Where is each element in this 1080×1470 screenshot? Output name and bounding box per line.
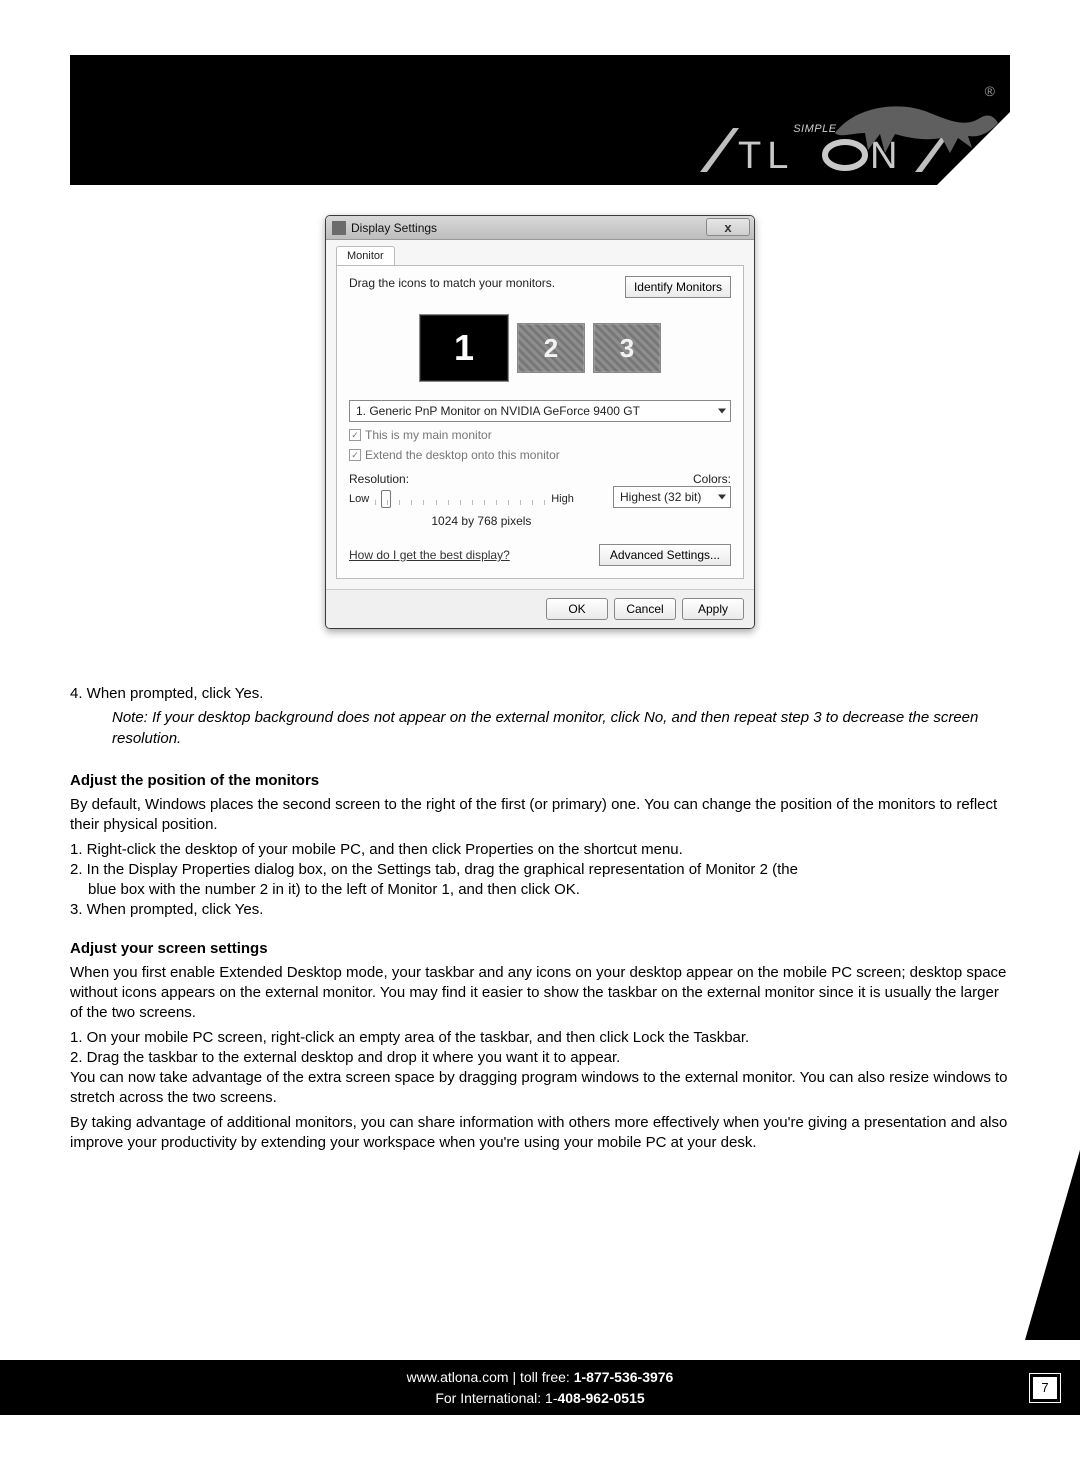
section-a-intro: By default, Windows places the second sc… — [70, 795, 1010, 836]
page-footer: www.atlona.com | toll free: 1-877-536-39… — [0, 1360, 1080, 1415]
advanced-settings-button[interactable]: Advanced Settings... — [599, 544, 731, 566]
section-b-step-2: 2. Drag the taskbar to the external desk… — [70, 1048, 1010, 1068]
apply-button[interactable]: Apply — [682, 598, 744, 620]
section-b-para-2: You can now take advantage of the extra … — [70, 1068, 1010, 1109]
resolution-label: Resolution: — [349, 472, 409, 486]
chevron-down-icon — [718, 409, 726, 414]
footer-intl-label: For International: 1- — [435, 1390, 557, 1406]
section-a-step-3: 3. When prompted, click Yes. — [70, 900, 1010, 920]
svg-text:TL: TL — [738, 135, 794, 175]
corner-accent — [1025, 1150, 1080, 1340]
ok-button[interactable]: OK — [546, 598, 608, 620]
footer-url: www.atlona.com | toll free: — [407, 1369, 574, 1385]
section-b-step-1: 1. On your mobile PC screen, right-click… — [70, 1028, 1010, 1048]
checkbox-extend-desktop: ✓ — [349, 449, 361, 461]
registered-mark: ® — [985, 83, 995, 99]
resolution-value: 1024 by 768 pixels — [389, 514, 574, 528]
chevron-down-icon — [718, 495, 726, 500]
footer-tollfree: 1-877-536-3976 — [574, 1369, 674, 1385]
section-a-heading: Adjust the position of the monitors — [70, 771, 1010, 791]
section-a-step-2: 2. In the Display Properties dialog box,… — [70, 860, 1010, 880]
page-number: 7 — [1032, 1376, 1058, 1400]
monitor-3[interactable]: 3 — [593, 323, 661, 373]
tab-monitor[interactable]: Monitor — [336, 246, 395, 265]
footer-intl-number: 408-962-0515 — [557, 1390, 644, 1406]
section-b-para-3: By taking advantage of additional monito… — [70, 1113, 1010, 1154]
monitor-arrangement-area[interactable]: 1 2 3 — [349, 314, 731, 382]
colors-label: Colors: — [693, 472, 731, 486]
dialog-titlebar[interactable]: Display Settings x — [326, 216, 754, 240]
close-button[interactable]: x — [706, 218, 750, 236]
section-b-heading: Adjust your screen settings — [70, 939, 1010, 959]
section-b-intro: When you first enable Extended Desktop m… — [70, 963, 1010, 1024]
window-icon — [332, 221, 346, 235]
display-settings-dialog: Display Settings x Monitor Identify Moni… — [325, 215, 755, 629]
monitor-2[interactable]: 2 — [517, 323, 585, 373]
monitor-1[interactable]: 1 — [419, 314, 509, 382]
step-4: 4. When prompted, click Yes. — [70, 684, 1010, 704]
slider-high-label: High — [551, 493, 574, 505]
extend-desktop-checkbox-row: ✓ Extend the desktop onto this monitor — [349, 448, 731, 462]
header-band: SIMPLE, EASY TL N ® — [70, 55, 1010, 185]
main-monitor-checkbox-row: ✓ This is my main monitor — [349, 428, 731, 442]
cancel-button[interactable]: Cancel — [614, 598, 676, 620]
help-link[interactable]: How do I get the best display? — [349, 548, 510, 562]
checkbox-main-monitor: ✓ — [349, 429, 361, 441]
identify-monitors-button[interactable]: Identify Monitors — [625, 276, 731, 298]
section-a-step-2b: blue box with the number 2 in it) to the… — [70, 880, 1010, 900]
note-text: Note: If your desktop background does no… — [70, 708, 1010, 749]
section-a-step-1: 1. Right-click the desktop of your mobil… — [70, 840, 1010, 860]
document-body: 4. When prompted, click Yes. Note: If yo… — [70, 684, 1010, 1153]
slider-low-label: Low — [349, 493, 369, 505]
dialog-title: Display Settings — [351, 221, 437, 235]
resolution-slider[interactable] — [375, 490, 545, 508]
monitor-select[interactable]: 1. Generic PnP Monitor on NVIDIA GeForce… — [349, 400, 731, 422]
colors-select[interactable]: Highest (32 bit) — [613, 486, 731, 508]
